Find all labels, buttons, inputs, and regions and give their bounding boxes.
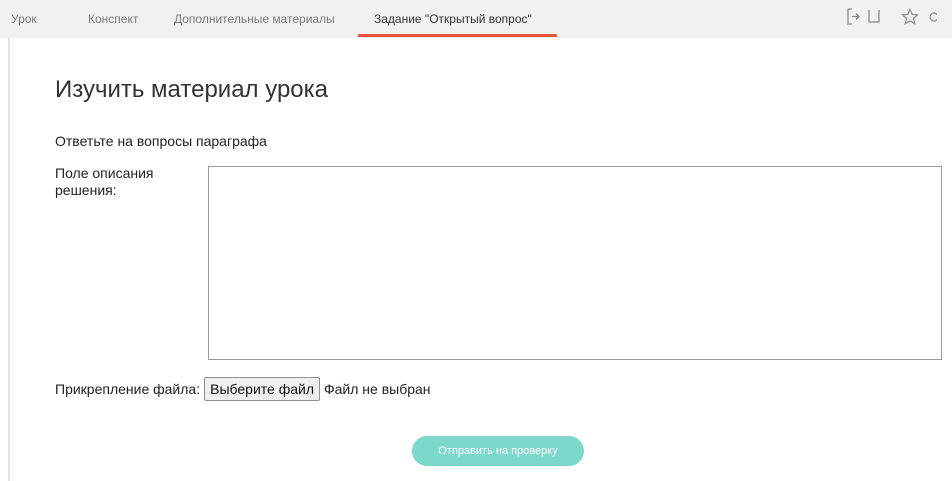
- bookmark-icon[interactable]: [867, 7, 881, 27]
- tab-lesson[interactable]: Урок: [11, 12, 37, 26]
- tab-bar: Урок Конспект Дополнительные материалы З…: [0, 0, 952, 38]
- exit-icon[interactable]: [845, 7, 861, 27]
- page: Урок Конспект Дополнительные материалы З…: [0, 0, 952, 481]
- toolbar-icons: [845, 5, 937, 29]
- task-description: Ответьте на вопросы параграфа: [55, 133, 267, 149]
- file-attachment-label: Прикрепление файла:: [55, 381, 201, 397]
- active-tab-indicator: [358, 34, 557, 37]
- solution-textarea[interactable]: [208, 166, 942, 360]
- file-status-text: Файл не выбран: [324, 381, 431, 397]
- tab-summary[interactable]: Конспект: [88, 12, 138, 26]
- solution-field-label: Поле описания решения:: [55, 165, 154, 198]
- tab-open-question[interactable]: Задание "Открытый вопрос": [374, 12, 532, 26]
- tab-additional-materials[interactable]: Дополнительные материалы: [174, 12, 335, 26]
- submit-button[interactable]: Отправить на проверку: [412, 436, 584, 466]
- content-left-border: [8, 38, 10, 481]
- page-title: Изучить материал урока: [55, 76, 329, 103]
- circle-icon[interactable]: [927, 8, 937, 26]
- choose-file-button[interactable]: Выберите файл: [204, 377, 320, 401]
- star-icon[interactable]: [901, 8, 919, 26]
- file-attachment-row: Прикрепление файла: Выберите файл Файл н…: [55, 377, 431, 401]
